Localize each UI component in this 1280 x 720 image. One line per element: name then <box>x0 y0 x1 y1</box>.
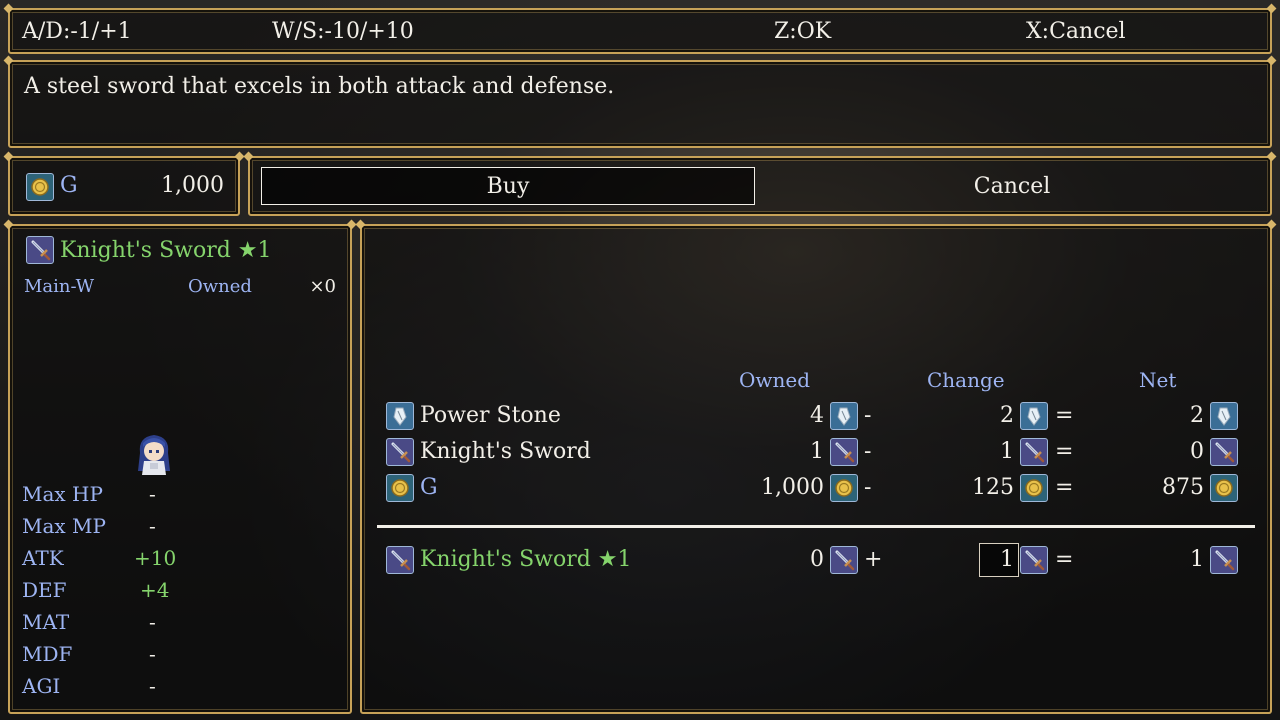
sword-icon <box>386 438 414 466</box>
buy-button[interactable]: Buy <box>261 167 755 205</box>
stat-value: - <box>149 610 156 634</box>
stone-icon <box>1210 402 1238 430</box>
owned-value: 1 <box>810 439 824 464</box>
equals-operator: = <box>1055 439 1074 464</box>
item-type: Main-W <box>24 276 95 297</box>
cancel-label: Cancel <box>973 173 1051 199</box>
status-window: Knight's Sword ★1 Main-W Owned ×0 Max HP… <box>8 224 352 714</box>
material-name: G <box>420 475 438 500</box>
minus-operator: - <box>864 439 872 464</box>
ok-control-hint: Z:OK <box>774 19 832 44</box>
buy-label: Buy <box>486 173 530 199</box>
stat-name: MAT <box>22 610 70 634</box>
stat-value: +10 <box>134 546 177 570</box>
command-window: Buy Cancel <box>248 156 1272 216</box>
stat-name: MDF <box>22 642 73 666</box>
gold-label: G <box>60 173 78 198</box>
coin-icon <box>830 474 858 502</box>
equals-operator: = <box>1055 475 1074 500</box>
change-value: 1 <box>1000 439 1014 464</box>
cancel-button[interactable]: Cancel <box>765 167 1259 205</box>
material-name: Knight's Sword <box>420 439 591 464</box>
stone-icon <box>1020 402 1048 430</box>
sword-icon <box>386 546 414 574</box>
sword-icon <box>830 546 858 574</box>
sword-icon <box>1020 438 1048 466</box>
gold-window: G 1,000 <box>8 156 240 216</box>
owned-value: 4 <box>810 403 824 428</box>
result-item-name: Knight's Sword ★1 <box>420 547 632 572</box>
minus-operator: - <box>864 403 872 428</box>
item-description: A steel sword that excels in both attack… <box>24 74 615 99</box>
stat-value: - <box>149 482 156 506</box>
stat-value: - <box>149 674 156 698</box>
ad-control-hint: A/D:-1/+1 <box>22 19 132 44</box>
sword-icon <box>1210 546 1238 574</box>
stat-value: - <box>149 642 156 666</box>
net-value: 875 <box>1162 475 1204 500</box>
coin-icon <box>1210 474 1238 502</box>
material-name: Power Stone <box>420 403 561 428</box>
owned-label: Owned <box>188 276 252 297</box>
exchange-window: Owned Change Net Power Stone 4 - 2 = 2 K… <box>360 224 1272 714</box>
help-bar: A/D:-1/+1 W/S:-10/+10 Z:OK X:Cancel <box>8 8 1272 54</box>
stat-value: - <box>149 514 156 538</box>
equals-operator: = <box>1055 547 1074 572</box>
coin-icon <box>26 173 54 201</box>
cancel-control-hint: X:Cancel <box>1026 19 1126 44</box>
stat-name: Max MP <box>22 514 106 538</box>
stone-icon <box>830 402 858 430</box>
net-value: 2 <box>1190 403 1204 428</box>
sword-icon <box>830 438 858 466</box>
owned-value: 1,000 <box>761 475 824 500</box>
change-value: 125 <box>972 475 1014 500</box>
stat-name: AGI <box>22 674 61 698</box>
item-name: Knight's Sword ★1 <box>60 238 272 263</box>
net-value: 0 <box>1190 439 1204 464</box>
stat-value: +4 <box>140 578 170 602</box>
minus-operator: - <box>864 475 872 500</box>
ws-control-hint: W/S:-10/+10 <box>272 19 414 44</box>
change-value: 2 <box>1000 403 1014 428</box>
header-change: Change <box>927 368 1005 392</box>
character-sprite <box>134 431 174 479</box>
header-owned: Owned <box>739 368 811 392</box>
stone-icon <box>386 402 414 430</box>
sword-icon <box>26 236 54 264</box>
quantity-value: 1 <box>1000 547 1014 572</box>
owned-count: ×0 <box>309 276 336 297</box>
result-net-value: 1 <box>1190 547 1204 572</box>
equals-operator: = <box>1055 403 1074 428</box>
result-owned-value: 0 <box>810 547 824 572</box>
divider <box>377 525 1255 528</box>
description-window: A steel sword that excels in both attack… <box>8 60 1272 148</box>
stat-name: Max HP <box>22 482 103 506</box>
coin-icon <box>386 474 414 502</box>
sword-icon <box>1210 438 1238 466</box>
header-net: Net <box>1139 368 1177 392</box>
plus-operator: + <box>864 547 883 572</box>
stat-name: ATK <box>22 546 64 570</box>
stat-name: DEF <box>22 578 67 602</box>
sword-icon <box>1020 546 1048 574</box>
gold-amount: 1,000 <box>161 173 224 198</box>
coin-icon <box>1020 474 1048 502</box>
